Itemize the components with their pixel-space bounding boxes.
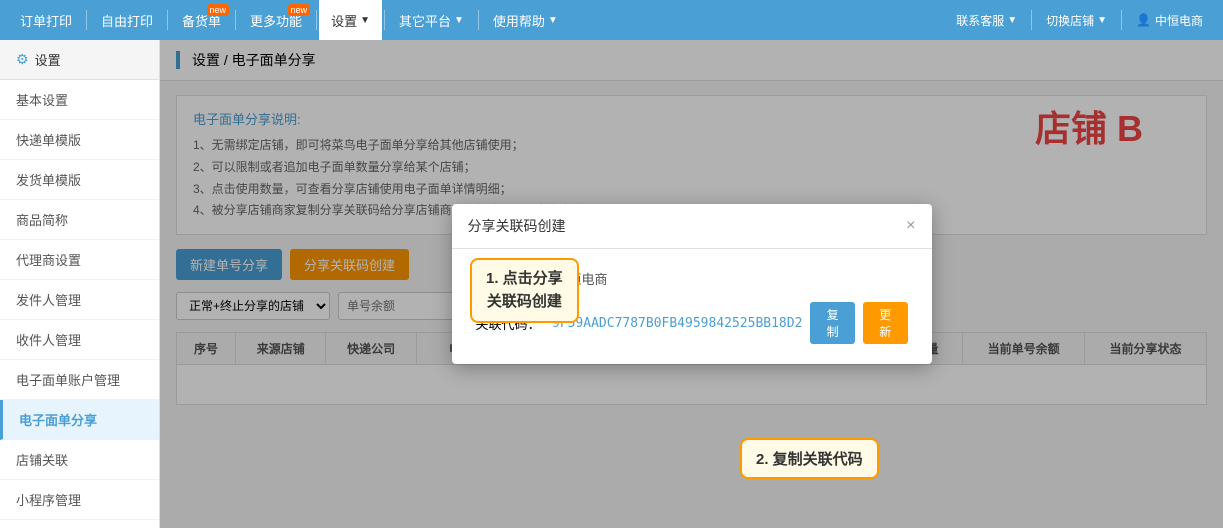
nav-other-platform[interactable]: 其它平台 ▼ bbox=[387, 0, 476, 40]
sidebar-item-express-template[interactable]: 快递单模版 bbox=[0, 120, 159, 160]
nav-divider-4 bbox=[316, 10, 317, 30]
nav-order-print[interactable]: 订单打印 bbox=[8, 0, 84, 40]
modal-title: 分享关联码创建 bbox=[468, 216, 566, 236]
sidebar-item-ship-template[interactable]: 发货单模版 bbox=[0, 160, 159, 200]
modal-overlay: 分享关联码创建 × 当前店铺： 中恒电商 关联代码： 9F59AADC7787B… bbox=[160, 40, 1223, 528]
nav-divider-1 bbox=[86, 10, 87, 30]
sidebar-item-waybill-share[interactable]: 电子面单分享 bbox=[0, 400, 159, 440]
modal-close-button[interactable]: × bbox=[906, 217, 915, 235]
sidebar-item-waybill-account[interactable]: 电子面单账户管理 bbox=[0, 360, 159, 400]
modal-header: 分享关联码创建 × bbox=[452, 204, 932, 249]
tooltip-2-text: 2. 复制关联代码 bbox=[756, 451, 863, 468]
nav-help[interactable]: 使用帮助 ▼ bbox=[481, 0, 570, 40]
nav-divider-6 bbox=[478, 10, 479, 30]
sidebar-item-sender-mgmt[interactable]: 发件人管理 bbox=[0, 280, 159, 320]
sidebar-item-store-link[interactable]: 店铺关联 bbox=[0, 440, 159, 480]
content-area: 设置 / 电子面单分享 店铺 B 电子面单分享说明: 1、无需绑定店铺，即可将菜… bbox=[160, 40, 1223, 528]
sidebar: ⚙ 设置 基本设置 快递单模版 发货单模版 商品简称 代理商设置 发件人管理 收… bbox=[0, 40, 160, 528]
tooltip-1-line2: 关联码创建 bbox=[487, 293, 562, 310]
sidebar-item-product-alias[interactable]: 商品简称 bbox=[0, 200, 159, 240]
copy-button[interactable]: 复制 bbox=[810, 302, 855, 344]
sidebar-item-miniprogram[interactable]: 小程序管理 bbox=[0, 480, 159, 520]
top-nav-right: 联系客服 ▼ 切换店铺 ▼ 👤 中恒电商 bbox=[944, 0, 1215, 40]
nav-switch-store[interactable]: 切换店铺 ▼ bbox=[1034, 0, 1119, 40]
nav-divider-5 bbox=[384, 10, 385, 30]
sidebar-header: ⚙ 设置 bbox=[0, 40, 159, 80]
code-value: 9F59AADC7787B0FB4959842525BB18D2 bbox=[552, 316, 802, 331]
more-badge: new bbox=[288, 4, 311, 16]
main-layout: ⚙ 设置 基本设置 快递单模版 发货单模版 商品简称 代理商设置 发件人管理 收… bbox=[0, 40, 1223, 528]
refresh-button[interactable]: 更新 bbox=[863, 302, 908, 344]
nav-stock[interactable]: 备货单 new bbox=[170, 0, 233, 40]
nav-divider-2 bbox=[167, 10, 168, 30]
sidebar-item-agent-settings[interactable]: 代理商设置 bbox=[0, 240, 159, 280]
nav-contact-service[interactable]: 联系客服 ▼ bbox=[944, 0, 1029, 40]
top-navigation: 订单打印 自由打印 备货单 new 更多功能 new 设置 ▼ 其它平台 ▼ 使… bbox=[0, 0, 1223, 40]
nav-user-store[interactable]: 👤 中恒电商 bbox=[1124, 0, 1215, 40]
sidebar-title: 设置 bbox=[35, 50, 61, 69]
sidebar-item-basic-settings[interactable]: 基本设置 bbox=[0, 80, 159, 120]
tooltip-1-line1: 1. 点击分享 bbox=[486, 270, 563, 287]
settings-icon: ⚙ bbox=[16, 51, 29, 68]
nav-divider-r2 bbox=[1121, 10, 1122, 30]
nav-free-print[interactable]: 自由打印 bbox=[89, 0, 165, 40]
stock-badge: new bbox=[207, 4, 230, 16]
sidebar-item-receiver-mgmt[interactable]: 收件人管理 bbox=[0, 320, 159, 360]
tooltip-1: 1. 点击分享 关联码创建 bbox=[470, 258, 579, 323]
nav-divider-r1 bbox=[1031, 10, 1032, 30]
nav-settings[interactable]: 设置 ▼ bbox=[319, 0, 382, 40]
nav-more[interactable]: 更多功能 new bbox=[238, 0, 314, 40]
tooltip-2: 2. 复制关联代码 bbox=[740, 438, 879, 479]
nav-divider-3 bbox=[235, 10, 236, 30]
